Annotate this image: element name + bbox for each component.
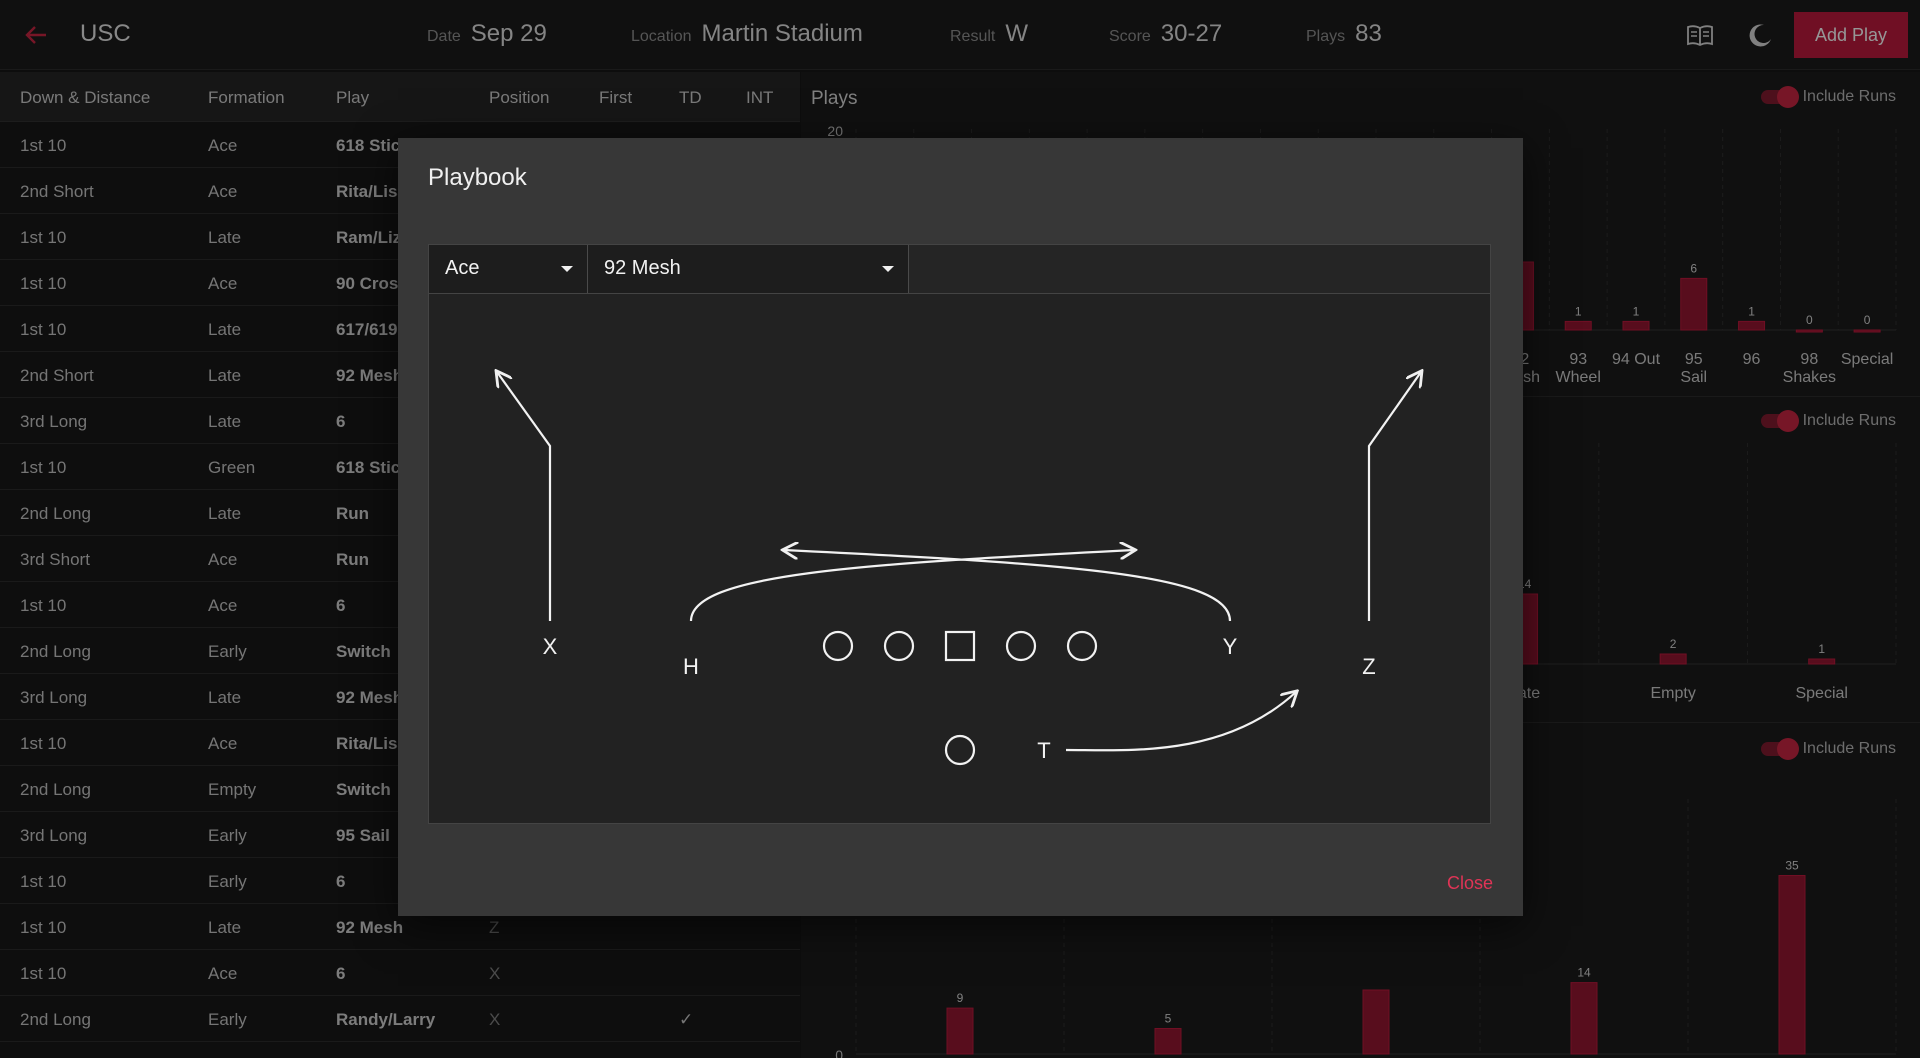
play-diagram: X H Y Z T bbox=[428, 294, 1491, 824]
route-x bbox=[497, 372, 552, 621]
route-z bbox=[1367, 372, 1421, 621]
chevron-down-icon bbox=[561, 266, 573, 272]
play-selectors: Ace 92 Mesh bbox=[428, 244, 1491, 294]
route-t bbox=[1065, 692, 1296, 752]
position-label-z: Z bbox=[1362, 654, 1375, 679]
position-label-x: X bbox=[543, 634, 558, 659]
chevron-down-icon bbox=[882, 266, 894, 272]
modal-title: Playbook bbox=[428, 164, 527, 191]
close-button[interactable]: Close bbox=[1447, 873, 1493, 894]
lineman-icon bbox=[1066, 630, 1098, 662]
play-select[interactable]: 92 Mesh bbox=[588, 245, 909, 293]
lineman-icon bbox=[822, 630, 854, 662]
play-select-value: 92 Mesh bbox=[604, 257, 681, 279]
center-icon bbox=[944, 630, 976, 662]
play-diagram-canvas: X H Y Z T bbox=[429, 294, 1492, 766]
lineman-icon bbox=[1005, 630, 1037, 662]
quarterback-icon bbox=[944, 734, 976, 766]
position-label-y: Y bbox=[1223, 634, 1238, 659]
route-y bbox=[784, 550, 1232, 622]
formation-select[interactable]: Ace bbox=[429, 245, 588, 293]
playbook-modal: Playbook Ace 92 Mesh X H Y Z T Close bbox=[398, 138, 1523, 916]
position-label-t: T bbox=[1037, 738, 1050, 763]
formation-select-value: Ace bbox=[445, 257, 480, 279]
position-label-h: H bbox=[683, 654, 699, 679]
lineman-icon bbox=[883, 630, 915, 662]
route-h bbox=[689, 550, 1134, 622]
